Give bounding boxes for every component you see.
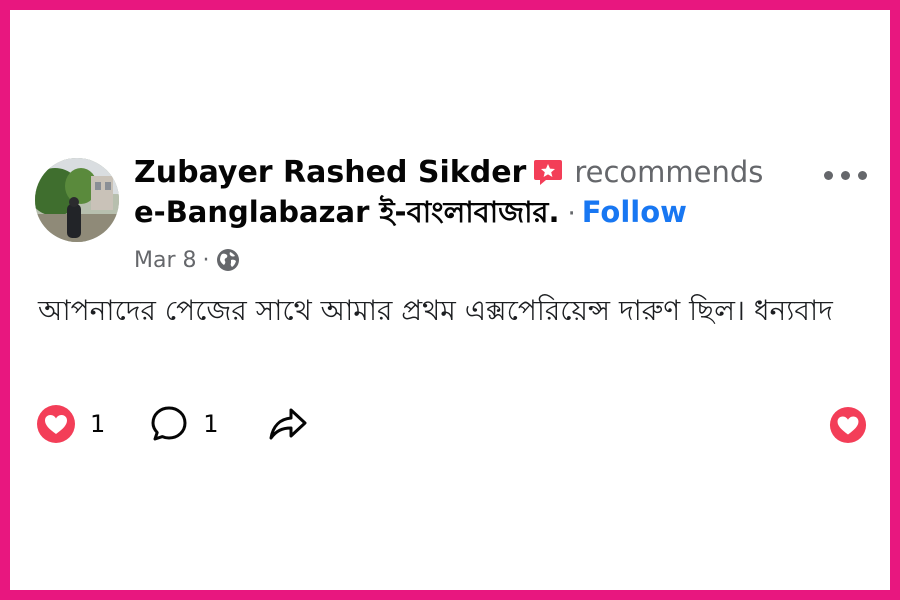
share-icon[interactable] (267, 404, 309, 444)
post-body-text: আপনাদের পেজের সাথে আমার প্রথম এক্সপেরিয়… (38, 294, 833, 327)
comment-count[interactable]: 1 (203, 410, 218, 438)
globe-icon (216, 248, 240, 272)
author-name[interactable]: Zubayer Rashed Sikder (134, 155, 526, 190)
meta-separator: · (202, 248, 210, 273)
page-name-link[interactable]: e-Banglabazar ই-বাংলাবাজার. (134, 195, 560, 229)
avatar[interactable] (35, 158, 119, 242)
post-card: Zubayer Rashed Sikder recommends e-Bangl… (10, 10, 890, 590)
separator-dot: · (567, 199, 576, 229)
more-options-icon[interactable] (822, 158, 870, 192)
post-header-line: Zubayer Rashed Sikder recommends (134, 152, 763, 193)
comment-icon[interactable] (149, 404, 189, 444)
heart-reaction-icon[interactable] (829, 406, 867, 444)
more-dot (841, 171, 850, 180)
post-date[interactable]: Mar 8 (134, 248, 197, 273)
post-actions: 1 1 (36, 402, 309, 446)
page-line: e-Banglabazar ই-বাংলাবাজার. · Follow (134, 192, 687, 234)
more-dot (858, 171, 867, 180)
post-meta: Mar 8 · (134, 246, 240, 276)
reaction-count[interactable]: 1 (90, 410, 105, 438)
more-dot (824, 171, 833, 180)
recommends-label: recommends (574, 155, 764, 189)
avatar-photo (35, 158, 119, 242)
heart-reaction-icon[interactable] (36, 404, 76, 444)
recommend-star-icon (532, 156, 564, 188)
follow-button[interactable]: Follow (582, 195, 687, 229)
